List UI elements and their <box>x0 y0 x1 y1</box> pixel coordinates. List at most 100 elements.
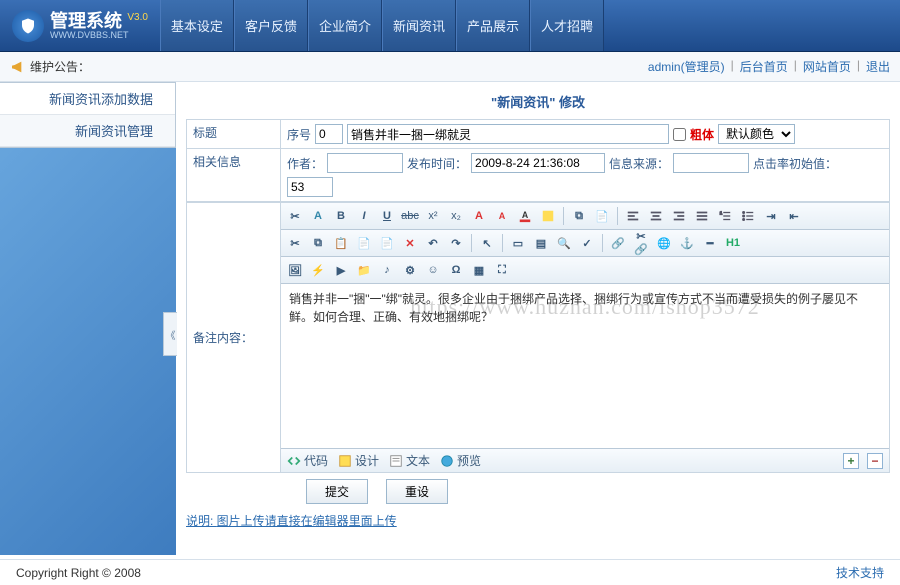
tab-text[interactable]: 文本 <box>389 452 430 469</box>
nav-item-basic[interactable]: 基本设定 <box>161 0 234 51</box>
author-input[interactable] <box>327 153 403 173</box>
row-related: 相关信息 作者： 发布时间： 信息来源： 点击率初始值： <box>187 149 890 202</box>
outdent-icon[interactable]: ⇤ <box>784 206 804 226</box>
hits-input[interactable] <box>287 177 333 197</box>
logout-link[interactable]: 退出 <box>866 58 890 75</box>
sidebar-item-news-add[interactable]: 新闻资讯添加数据 <box>0 83 175 115</box>
brand-version: V3.0 <box>127 12 148 23</box>
cut-icon[interactable]: ✂ <box>285 206 305 226</box>
copy-icon[interactable]: ⧉ <box>569 206 589 226</box>
bold-checkbox[interactable] <box>673 128 686 141</box>
footer: Copyright Right © 2008 技术支持 <box>0 559 900 585</box>
logo-shield-icon <box>12 10 44 42</box>
form-table: 标题 序号 粗体 默认颜色 相关信息 作者： <box>186 119 890 202</box>
backcolor-icon[interactable] <box>538 206 558 226</box>
side-menu: 新闻资讯添加数据 新闻资讯管理 <box>0 82 176 148</box>
user-link[interactable]: admin(管理员) <box>648 58 725 75</box>
subscript-icon[interactable]: x₂ <box>446 206 466 226</box>
tab-preview[interactable]: 预览 <box>440 452 481 469</box>
date-label: 发布时间： <box>407 155 467 172</box>
sidebar-item-news-manage[interactable]: 新闻资讯管理 <box>0 115 175 147</box>
site-home-link[interactable]: 网站首页 <box>803 58 851 75</box>
brand-title: 管理系统 <box>50 11 122 31</box>
bold-icon[interactable]: B <box>331 206 351 226</box>
scissors-icon[interactable]: ✂ <box>285 233 305 253</box>
fullscreen-icon[interactable]: ⛶ <box>492 260 512 280</box>
undo-icon[interactable]: ↶ <box>423 233 443 253</box>
nav-item-feedback[interactable]: 客户反馈 <box>234 0 308 51</box>
align-center-icon[interactable] <box>646 206 666 226</box>
paste-icon[interactable]: 📄 <box>592 206 612 226</box>
nav-item-news[interactable]: 新闻资讯 <box>382 0 456 51</box>
upload-note: 说明: 图片上传请直接在编辑器里面上传 <box>186 510 890 531</box>
remove-format-icon[interactable]: ▤ <box>531 233 551 253</box>
music-icon[interactable]: ♪ <box>377 260 397 280</box>
media-icon[interactable]: ▶ <box>331 260 351 280</box>
admin-home-link[interactable]: 后台首页 <box>740 58 788 75</box>
gear-icon[interactable]: ⚙ <box>400 260 420 280</box>
editor-mode-tabs: 代码 设计 文本 预览 + − <box>281 448 889 472</box>
editor-toolbar-2: ✂ ⧉ 📋 📄 📄 ✕ ↶ ↷ ↖ ▭ ▤ 🔍 ✓ <box>281 230 889 257</box>
nav-item-jobs[interactable]: 人才招聘 <box>530 0 604 51</box>
redo-icon[interactable]: ↷ <box>446 233 466 253</box>
date-input[interactable] <box>471 153 605 173</box>
sidebar-collapse-handle[interactable]: 《 <box>163 312 177 356</box>
heading-icon[interactable]: H1 <box>723 233 743 253</box>
font-a-icon[interactable]: A <box>308 206 328 226</box>
strike-icon[interactable]: abc <box>400 206 420 226</box>
editor-canvas[interactable]: 销售并非一"捆"一"绑"就灵。很多企业由于捆绑产品选择、捆绑行为或宣传方式不当而… <box>281 284 889 448</box>
editor-toolbar-3: 🖼 ⚡ ▶ 📁 ♪ ⚙ ☺ Ω ▦ ⛶ <box>281 257 889 284</box>
bold-toggle-link[interactable]: 粗体 <box>690 126 714 143</box>
source-input[interactable] <box>673 153 749 173</box>
unordered-list-icon[interactable] <box>738 206 758 226</box>
editor-expand-button[interactable]: + <box>843 453 859 469</box>
hr-icon[interactable]: ━ <box>700 233 720 253</box>
main-layout: 新闻资讯添加数据 新闻资讯管理 《 "新闻资讯" 修改 标题 序号 粗体 默认颜… <box>0 82 900 555</box>
select-all-icon[interactable]: ▭ <box>508 233 528 253</box>
upload-note-link[interactable]: 图片上传请直接在编辑器里面上传 <box>217 514 397 528</box>
main-content: "新闻资讯" 修改 标题 序号 粗体 默认颜色 相关信息 <box>176 82 900 555</box>
row-title-label: 标题 <box>187 120 281 149</box>
title-input[interactable] <box>347 124 669 144</box>
forecolor-icon[interactable]: A <box>515 206 535 226</box>
font-inc-icon[interactable]: A <box>469 206 489 226</box>
align-left-icon[interactable] <box>623 206 643 226</box>
indent-icon[interactable]: ⇥ <box>761 206 781 226</box>
row-related-label: 相关信息 <box>187 149 281 202</box>
file-icon[interactable]: 📁 <box>354 260 374 280</box>
tab-code[interactable]: 代码 <box>287 452 328 469</box>
copy2-icon[interactable]: ⧉ <box>308 233 328 253</box>
image-icon[interactable]: 🖼 <box>285 260 305 280</box>
nav-item-products[interactable]: 产品展示 <box>456 0 530 51</box>
emoji-icon[interactable]: ☺ <box>423 260 443 280</box>
find-icon[interactable]: 🔍 <box>554 233 574 253</box>
seq-input[interactable] <box>315 124 343 144</box>
special-char-icon[interactable]: Ω <box>446 260 466 280</box>
submit-button[interactable]: 提交 <box>306 479 368 504</box>
underline-icon[interactable]: U <box>377 206 397 226</box>
paste-text-icon[interactable]: 📄 <box>377 233 397 253</box>
align-right-icon[interactable] <box>669 206 689 226</box>
table-icon[interactable]: ▦ <box>469 260 489 280</box>
editor-table: 备注内容： ✂ A B I U abc x² x₂ A A A <box>186 202 890 473</box>
unlink-icon[interactable]: ✂🔗 <box>631 233 651 253</box>
link-icon[interactable]: 🔗 <box>608 233 628 253</box>
ordered-list-icon[interactable]: 1 <box>715 206 735 226</box>
paste-word-icon[interactable]: 📄 <box>354 233 374 253</box>
nav-item-company[interactable]: 企业简介 <box>308 0 382 51</box>
superscript-icon[interactable]: x² <box>423 206 443 226</box>
flash-icon[interactable]: ⚡ <box>308 260 328 280</box>
editor-shrink-button[interactable]: − <box>867 453 883 469</box>
delete-icon[interactable]: ✕ <box>400 233 420 253</box>
spellcheck-icon[interactable]: ✓ <box>577 233 597 253</box>
globe-icon[interactable]: 🌐 <box>654 233 674 253</box>
reset-button[interactable]: 重设 <box>386 479 448 504</box>
anchor-icon[interactable]: ⚓ <box>677 233 697 253</box>
pointer-icon[interactable]: ↖ <box>477 233 497 253</box>
paste2-icon[interactable]: 📋 <box>331 233 351 253</box>
tab-design[interactable]: 设计 <box>338 452 379 469</box>
italic-icon[interactable]: I <box>354 206 374 226</box>
align-justify-icon[interactable] <box>692 206 712 226</box>
font-dec-icon[interactable]: A <box>492 206 512 226</box>
font-color-select[interactable]: 默认颜色 <box>718 124 795 144</box>
